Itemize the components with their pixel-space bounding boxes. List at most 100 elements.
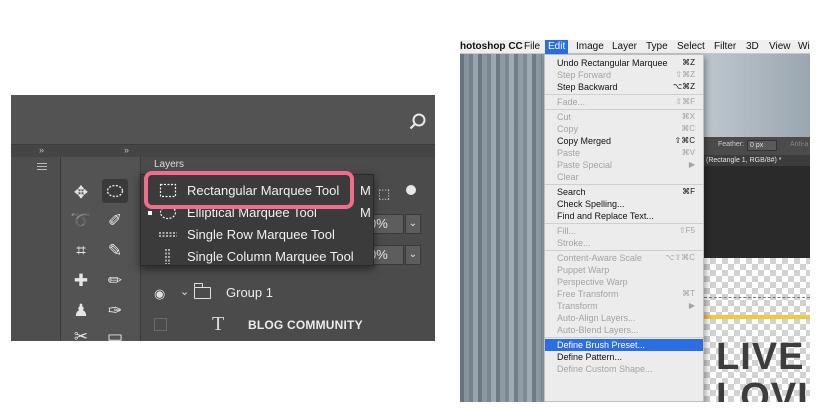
menu-item-step-backward[interactable]: Step Backward ⌥⌘Z xyxy=(545,81,703,93)
menu-window[interactable]: Wi xyxy=(798,41,810,52)
menu-item-label: Auto-Blend Layers... xyxy=(557,325,639,335)
collapse-arrows-icon[interactable]: » xyxy=(124,145,129,155)
gradient-tool-icon[interactable]: ▭ xyxy=(102,325,128,341)
brush-tool-icon[interactable]: ✏ xyxy=(102,269,128,293)
menu-item-label: Define Pattern... xyxy=(557,352,623,362)
menu-item-puppet-warp[interactable]: Puppet Warp xyxy=(545,264,703,276)
menu-item-clear[interactable]: Clear xyxy=(545,171,703,183)
highlight-frame xyxy=(144,171,354,209)
stamp-tool-icon[interactable]: ♟ xyxy=(68,299,94,323)
lasso-tool-icon[interactable]: ➰ xyxy=(68,209,94,233)
menu-item-perspective-warp[interactable]: Perspective Warp xyxy=(545,276,703,288)
menu-file[interactable]: File xyxy=(524,41,540,52)
shortcut-label: M xyxy=(360,183,371,198)
menu-item-copy[interactable]: Copy ⌘C xyxy=(545,123,703,135)
folder-icon xyxy=(194,283,211,299)
menu-image[interactable]: Image xyxy=(576,41,604,52)
row-marquee-icon xyxy=(159,232,177,237)
move-tool-icon[interactable]: ✥ xyxy=(68,181,94,205)
menu-item-search[interactable]: Search ⌘F xyxy=(545,186,703,198)
menu-item-find-and-replace-text[interactable]: Find and Replace Text... xyxy=(545,210,703,222)
eyedropper-tool-icon[interactable]: ✎ xyxy=(102,239,128,263)
marquee-tool-icon[interactable] xyxy=(102,179,128,203)
menu-select[interactable]: Select xyxy=(677,41,705,52)
menu-item-undo-rectangular-marquee[interactable]: Undo Rectangular Marquee ⌘Z xyxy=(545,57,703,69)
menu-item-define-pattern[interactable]: Define Pattern... xyxy=(545,351,703,363)
eye-icon[interactable]: ◉ xyxy=(154,286,165,302)
menu-item-check-spelling[interactable]: Check Spelling... xyxy=(545,198,703,210)
panel-top-bar xyxy=(11,95,435,145)
menu-item-label: Step Forward xyxy=(557,70,612,80)
crop-tool-icon[interactable]: ⌗ xyxy=(68,239,94,263)
menu-item-paste-special[interactable]: Paste Special ▶ xyxy=(545,159,703,171)
menu-item-label: Step Backward xyxy=(557,82,618,92)
menu-grip-icon[interactable] xyxy=(37,163,47,170)
yellow-guide-bar xyxy=(704,315,810,319)
menu-item-define-brush-preset[interactable]: Define Brush Preset... xyxy=(545,339,703,351)
menu-type[interactable]: Type xyxy=(646,41,668,52)
menu-item-label: Cut xyxy=(557,112,572,122)
menu-3d[interactable]: 3D xyxy=(746,41,759,52)
flyout-item-single-column[interactable]: Single Column Marquee Tool xyxy=(141,246,373,268)
background-trees xyxy=(460,54,542,402)
visibility-checkbox[interactable] xyxy=(154,318,167,331)
menu-item-label: Puppet Warp xyxy=(557,265,610,275)
text-layer-icon: T xyxy=(212,313,225,335)
menu-item-label: Paste Special xyxy=(557,160,613,170)
menu-item-paste[interactable]: Paste ⌘V xyxy=(545,147,703,159)
shortcut-label: M xyxy=(360,205,371,220)
menu-item-label: Transform xyxy=(557,301,598,311)
menu-item-fill[interactable]: Fill... ⇧F5 xyxy=(545,225,703,237)
quick-selection-tool-icon[interactable]: ✐ xyxy=(102,209,128,233)
layer-row-group[interactable]: ◉ ⌄ Group 1 xyxy=(142,280,435,308)
menu-edit[interactable]: Edit xyxy=(545,40,569,54)
app-menu[interactable]: hotoshop CC xyxy=(460,41,523,52)
shortcut-label: ▶ xyxy=(688,301,695,310)
menu-item-step-forward[interactable]: Step Forward ⇧⌘Z xyxy=(545,69,703,81)
feather-input[interactable]: 0 px xyxy=(747,140,777,151)
menu-item-content-aware-scale[interactable]: Content-Aware Scale ⌥⇧⌘C xyxy=(545,252,703,264)
history-brush-tool-icon[interactable]: ✑ xyxy=(102,299,128,323)
shortcut-label: ⌘C xyxy=(681,124,695,133)
layer-row-text[interactable]: T BLOG COMMUNITY xyxy=(142,313,435,341)
menu-item-auto-align-layers[interactable]: Auto-Align Layers... xyxy=(545,312,703,324)
menu-view[interactable]: View xyxy=(769,41,791,52)
feather-label: Feather: xyxy=(718,141,745,148)
menu-item-fade[interactable]: Fade... ⇧⌘F xyxy=(545,96,703,108)
menu-item-transform[interactable]: Transform ▶ xyxy=(545,300,703,312)
toggle-icon[interactable] xyxy=(406,185,416,195)
menu-layer[interactable]: Layer xyxy=(612,41,637,52)
menu-separator xyxy=(545,337,703,338)
edit-menu-dropdown: Undo Rectangular Marquee ⌘Z Step Forward ⇧⌘… xyxy=(544,54,704,402)
layer-name: Group 1 xyxy=(226,285,273,300)
antialias-checkbox-label[interactable]: Anti-a xyxy=(790,141,808,148)
side-dock xyxy=(11,157,61,341)
search-icon[interactable] xyxy=(409,113,427,131)
menu-item-stroke[interactable]: Stroke... xyxy=(545,237,703,249)
menu-item-copy-merged[interactable]: Copy Merged ⇧⌘C xyxy=(545,135,703,147)
menu-separator xyxy=(545,109,703,110)
shortcut-label: ⌘X xyxy=(681,112,695,121)
menu-item-label: Free Transform xyxy=(557,289,619,299)
menu-item-cut[interactable]: Cut ⌘X xyxy=(545,111,703,123)
menu-filter[interactable]: Filter xyxy=(714,41,736,52)
menu-item-label: Find and Replace Text... xyxy=(557,211,654,221)
menu-item-label: Copy xyxy=(557,124,579,134)
menu-item-label: Content-Aware Scale xyxy=(557,253,642,263)
chevron-down-icon[interactable]: ⌄ xyxy=(405,245,421,265)
eraser-tool-icon[interactable]: ✂ xyxy=(68,325,94,341)
chevron-down-icon[interactable]: ⌄ xyxy=(405,214,421,234)
flyout-item-label: Single Column Marquee Tool xyxy=(187,249,354,264)
spot-healing-tool-icon[interactable]: ✚ xyxy=(68,269,94,293)
chevron-down-icon[interactable]: ⌄ xyxy=(180,285,189,298)
menu-item-define-custom-shape[interactable]: Define Custom Shape... xyxy=(545,363,703,375)
shortcut-label: ⇧F5 xyxy=(678,226,695,235)
shortcut-label: ⌘V xyxy=(681,148,695,157)
menu-item-free-transform[interactable]: Free Transform ⌘T xyxy=(545,288,703,300)
flyout-item-single-row[interactable]: Single Row Marquee Tool xyxy=(141,224,373,246)
document-tab[interactable]: (Rectangle 1, RGB/8#) * xyxy=(704,155,810,166)
menu-separator xyxy=(545,223,703,224)
lock-artboard-icon[interactable]: ⬚ xyxy=(378,186,390,202)
collapse-arrows-icon[interactable]: » xyxy=(39,145,44,155)
menu-item-auto-blend-layers[interactable]: Auto-Blend Layers... xyxy=(545,324,703,336)
